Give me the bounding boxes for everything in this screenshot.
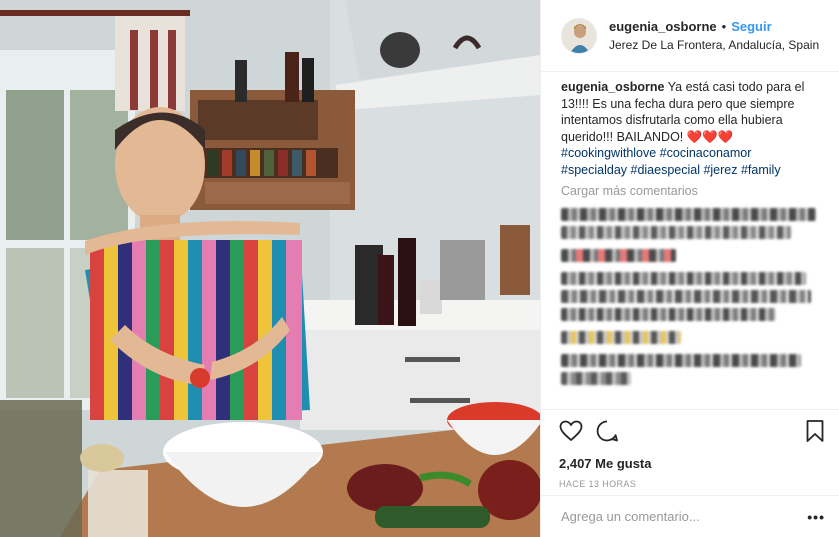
kitchen-photo-illustration xyxy=(0,0,540,537)
heart-icon[interactable] xyxy=(559,419,583,443)
avatar-image xyxy=(562,18,596,53)
like-count[interactable]: 2,407 Me gusta xyxy=(559,456,827,471)
location-link[interactable]: Jerez De La Frontera, Andalucía, Spain xyxy=(609,36,819,54)
post-timestamp[interactable]: HACE 13 HORAS xyxy=(559,479,827,489)
obscured-comment-line xyxy=(561,249,676,262)
post-side-panel: eugenia_osborne • Seguir Jerez De La Fro… xyxy=(540,0,839,537)
obscured-comment-line xyxy=(561,308,776,321)
avatar[interactable] xyxy=(561,17,597,54)
post-header: eugenia_osborne • Seguir Jerez De La Fro… xyxy=(541,0,839,72)
hashtags-line-1[interactable]: #cookingwithlove #cocinaconamor xyxy=(561,145,825,162)
obscured-comment xyxy=(561,354,825,385)
load-more-comments-button[interactable]: Cargar más comentarios xyxy=(561,184,825,198)
obscured-comment-line xyxy=(561,354,801,367)
post-photo[interactable] xyxy=(0,0,540,537)
more-options-icon[interactable]: ••• xyxy=(807,509,825,525)
obscured-comment xyxy=(561,249,825,262)
obscured-comment xyxy=(561,331,825,344)
post-caption: eugenia_osborne Ya está casi todo para e… xyxy=(561,79,825,178)
obscured-comment xyxy=(561,272,825,321)
obscured-comment-line xyxy=(561,372,631,385)
obscured-comment-line xyxy=(561,226,791,239)
username-link[interactable]: eugenia_osborne xyxy=(609,18,717,36)
hashtags-line-2[interactable]: #specialday #diaespecial #jerez #family xyxy=(561,162,825,179)
obscured-comment-line xyxy=(561,331,681,344)
obscured-comment-line xyxy=(561,272,806,285)
obscured-comment-line xyxy=(561,208,816,221)
bookmark-icon[interactable] xyxy=(803,419,827,443)
obscured-comment xyxy=(561,208,825,239)
comment-input[interactable] xyxy=(561,509,808,524)
separator-dot: • xyxy=(721,18,727,34)
obscured-comment-line xyxy=(561,290,811,303)
follow-button[interactable]: Seguir xyxy=(731,18,771,36)
add-comment-bar: ••• xyxy=(541,495,839,537)
comments-section[interactable]: eugenia_osborne Ya está casi todo para e… xyxy=(541,73,839,408)
comment-icon[interactable] xyxy=(595,419,619,443)
post-actions: 2,407 Me gusta HACE 13 HORAS xyxy=(541,409,839,489)
caption-username[interactable]: eugenia_osborne xyxy=(561,80,665,94)
